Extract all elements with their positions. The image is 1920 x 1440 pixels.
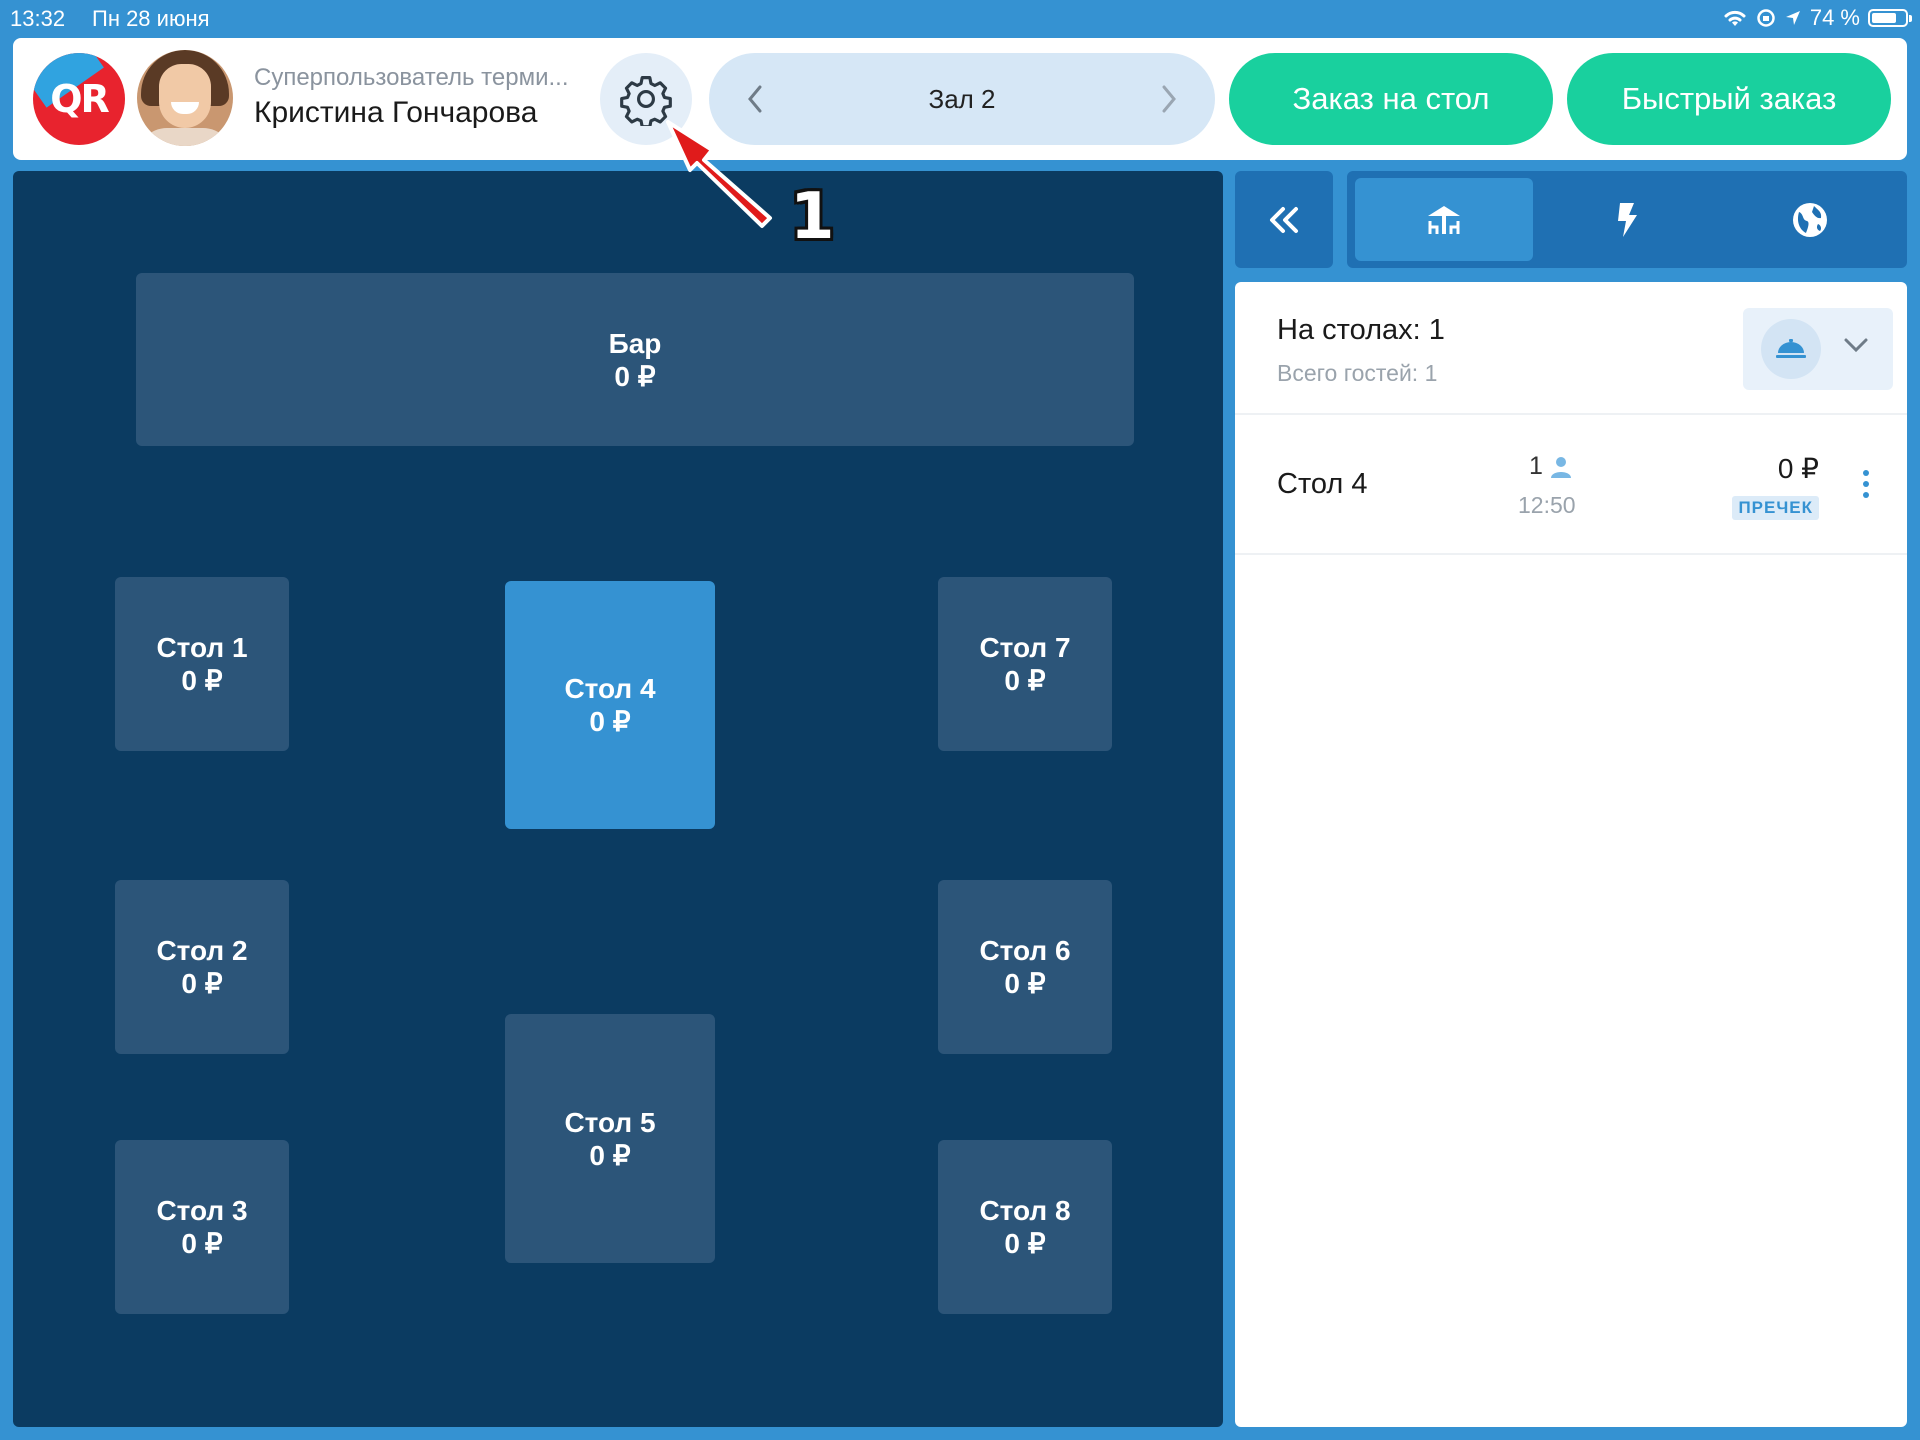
order-table-name: Стол 4 [1277,468,1368,500]
orders-panel: На столах: 1 Всего гостей: 1 Стол 4 1 12… [1235,282,1907,1427]
more-vertical-icon[interactable] [1863,470,1869,498]
guest-count: 1 [1529,452,1543,480]
order-time: 12:50 [1518,492,1576,518]
tab-tables[interactable] [1355,178,1533,261]
filter-dropdown[interactable] [1743,308,1893,390]
tables-summary-title: На столах: 1 [1277,314,1445,346]
tab-quick[interactable] [1538,178,1716,261]
status-badge: ПРЕЧЕК [1732,496,1819,520]
order-guests: 1 [1529,452,1573,481]
double-chevron-left-icon [1270,206,1298,233]
cloche-icon [1776,339,1806,358]
person-icon [1550,456,1571,478]
globe-icon [1793,202,1827,237]
chevron-down-icon [1844,338,1868,353]
order-amount: 0 ₽ [1777,453,1819,484]
callout-number: 1 [790,180,835,254]
lightning-icon [1618,202,1637,237]
view-tabs [1347,171,1907,268]
collapse-panel-button[interactable] [1235,171,1333,268]
tab-online[interactable] [1721,178,1899,261]
filter-toggle[interactable] [1761,319,1821,379]
divider [1235,553,1907,555]
table-icon [1428,205,1460,234]
guests-summary: Всего гостей: 1 [1277,360,1438,386]
